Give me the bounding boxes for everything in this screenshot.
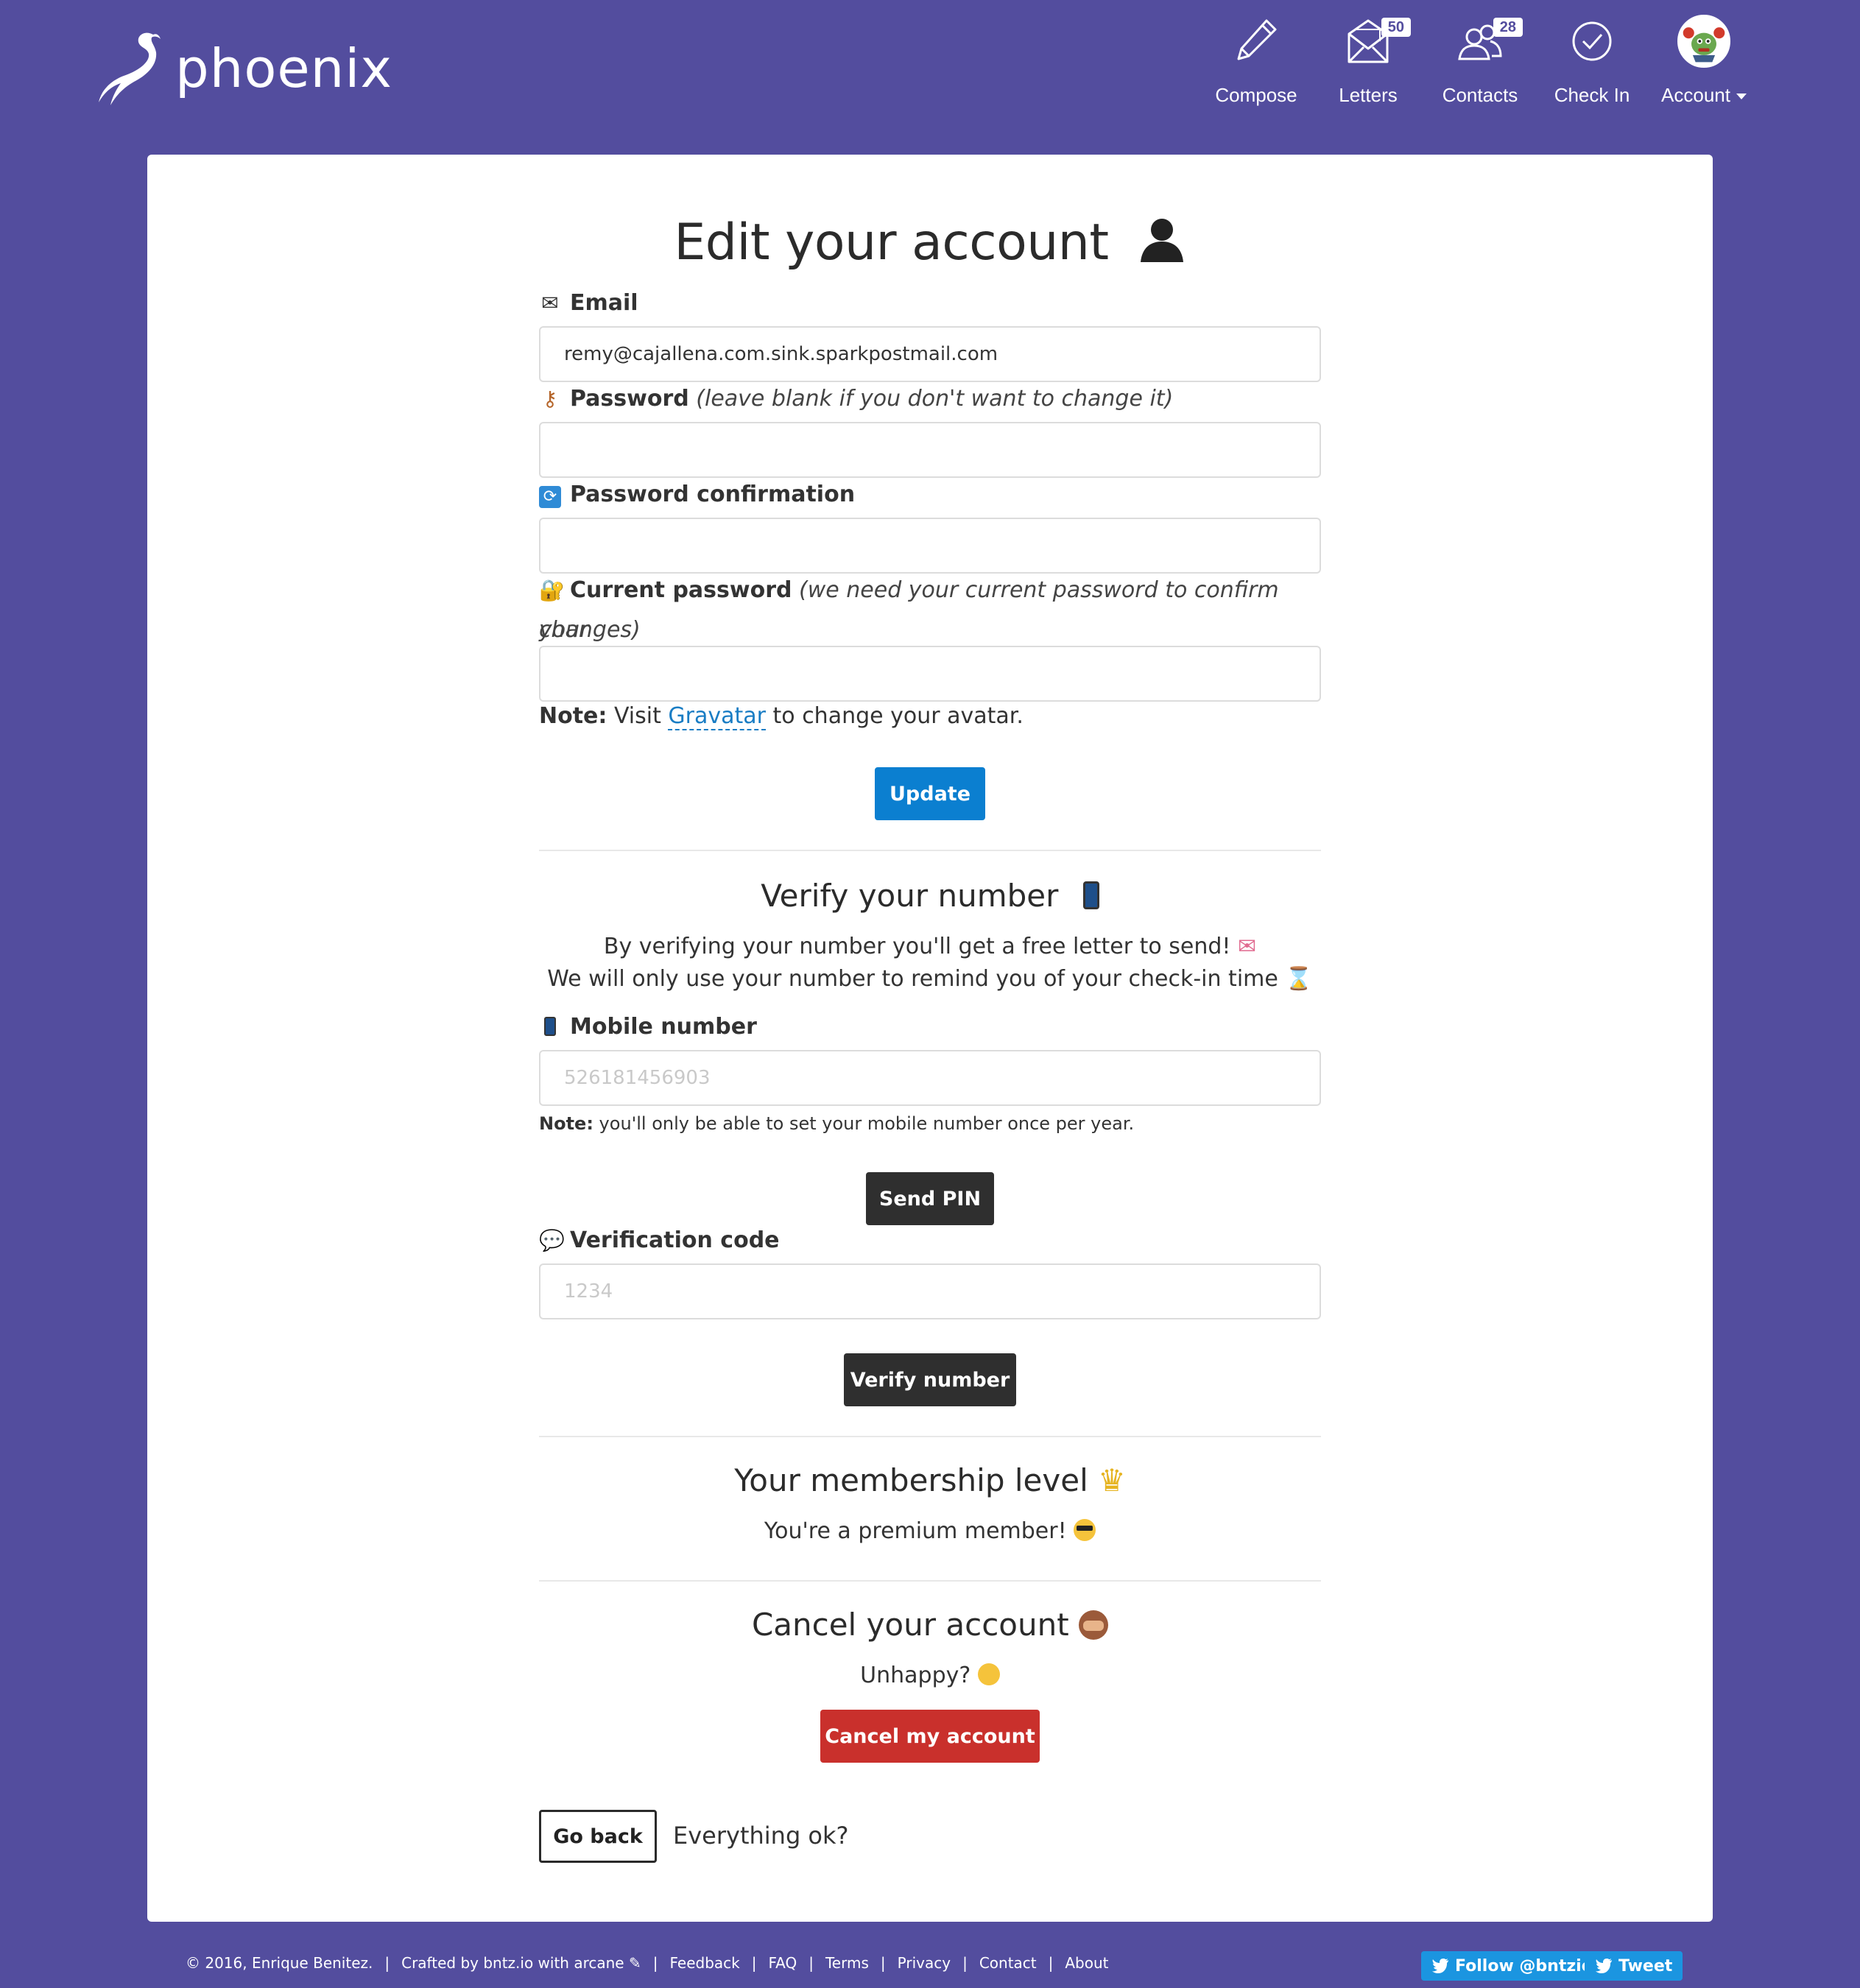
contacts-count-badge: 28 [1493,18,1523,37]
contacts-icon: 28 [1454,15,1523,68]
account-card: Edit your account ✉ Email remy@cajallena.… [147,155,1713,1922]
speech-bubble-icon: 💬 [539,1228,565,1252]
verify-line-1: By verifying your number you'll get a fr… [603,934,1257,959]
footer-link-faq[interactable]: FAQ [768,1954,797,1972]
email-label: ✉ Email [539,283,638,323]
user-avatar [1677,15,1730,68]
verify-number-button[interactable]: Verify number [844,1353,1016,1406]
follow-label: Follow @bntzio [1455,1956,1593,1975]
app-name: phoenix [175,38,392,99]
nav-letters[interactable]: 50 Letters [1312,15,1424,107]
top-navbar: phoenix Compose 50 Letters 28 Contacts C… [0,0,1860,155]
mobile-number-field[interactable]: 526181456903 [539,1050,1321,1106]
password-confirmation-label: ⟳ Password confirmation [539,475,855,515]
caret-down-icon [1736,94,1747,100]
footer-separator: | [384,1954,390,1972]
confused-face-icon [977,1663,1000,1685]
footer-link-contact[interactable]: Contact [979,1954,1037,1972]
footer-link-privacy[interactable]: Privacy [898,1954,951,1972]
current-password-field[interactable] [539,646,1321,702]
divider [539,1580,1321,1582]
love-letter-icon: ✉ [1237,934,1257,959]
footer-separator: | [880,1954,886,1972]
verify-section-title: Verify your number [539,878,1321,914]
cancel-prompt: Unhappy? [539,1663,1321,1688]
see-no-evil-monkey-icon [1079,1610,1109,1640]
envelope-icon: 50 [1342,15,1411,68]
everything-ok-text: Everything ok? [673,1822,849,1850]
nav-compose-label: Compose [1215,84,1297,106]
crown-icon: ♛ [1098,1462,1126,1498]
go-back-button[interactable]: Go back [539,1810,657,1863]
envelope-icon: ✉ [541,291,559,315]
mobile-note: Note: you'll only be able to set your mo… [539,1113,1135,1134]
divider [539,850,1321,851]
footer-separator: | [809,1954,814,1972]
nav-account-label: Account [1661,84,1747,107]
footer-separator: | [1048,1954,1054,1972]
phoenix-bird-icon [99,32,161,105]
crafted-by-text[interactable]: Crafted by bntz.io with arcane ✎ [401,1954,641,1972]
verify-line-2: We will only use your number to remind y… [547,966,1313,992]
footer-link-terms[interactable]: Terms [825,1954,869,1972]
membership-status: You're a premium member! [539,1518,1321,1544]
verification-code-field[interactable]: 1234 [539,1263,1321,1319]
copyright-text: © 2016, Enrique Benitez. [186,1954,373,1972]
mobile-phone-icon [1082,881,1099,909]
footer: © 2016, Enrique Benitez. | Crafted by bn… [186,1954,1109,1972]
hourglass-icon: ⌛ [1285,966,1313,992]
current-password-label: 🔐 Current password (we need your current … [539,571,1321,650]
page-title: Edit your account [539,214,1321,272]
footer-separator: | [652,1954,658,1972]
mobile-phone-icon [539,1007,561,1047]
app-logo[interactable]: phoenix [94,28,392,109]
lock-key-icon: 🔐 [539,578,565,602]
footer-separator: | [962,1954,968,1972]
password-confirmation-field[interactable] [539,518,1321,574]
membership-section-title: Your membership level ♛ [734,1462,1126,1498]
footer-link-feedback[interactable]: Feedback [669,1954,739,1972]
nav-contacts-label: Contacts [1442,84,1518,106]
twitter-bird-icon [1596,1959,1612,1973]
tweet-button[interactable]: Tweet [1585,1951,1683,1981]
twitter-follow-button[interactable]: Follow @bntzio [1421,1951,1603,1981]
avatar-note: Note: Visit Gravatar to change your avat… [539,703,1024,730]
gravatar-link[interactable]: Gravatar [668,703,766,730]
key-icon: ⚷ [542,387,558,411]
nav-letters-label: Letters [1339,84,1398,106]
cancel-section-title: Cancel your account [539,1607,1321,1643]
divider [539,1436,1321,1437]
tweet-label: Tweet [1618,1956,1673,1975]
cancel-account-button[interactable]: Cancel my account [820,1710,1040,1763]
mobile-number-label: Mobile number [539,1007,757,1047]
twitter-bird-icon [1432,1959,1448,1973]
current-password-hint-cont: changes) [539,617,641,643]
repeat-icon: ⟳ [539,486,561,508]
nav-checkin[interactable]: Check In [1536,15,1648,107]
email-field[interactable]: remy@cajallena.com.sink.sparkpostmail.co… [539,326,1321,382]
nav-contacts[interactable]: 28 Contacts [1424,15,1536,107]
main-nav: Compose 50 Letters 28 Contacts Check In [1200,15,1760,107]
wand-icon: ✎ [628,1954,641,1972]
nav-checkin-label: Check In [1554,84,1630,106]
footer-separator: | [751,1954,757,1972]
user-silhouette-icon [1140,219,1183,262]
footer-link-about[interactable]: About [1065,1954,1108,1972]
nav-account[interactable]: Account [1648,15,1760,107]
nav-compose[interactable]: Compose [1200,15,1312,107]
letters-count-badge: 50 [1381,18,1411,37]
check-circle-icon [1565,15,1618,68]
update-button[interactable]: Update [875,767,985,820]
password-field[interactable] [539,422,1321,478]
pencil-icon [1230,15,1283,68]
send-pin-button[interactable]: Send PIN [866,1172,994,1225]
verification-code-label: 💬 Verification code [539,1221,780,1261]
sunglasses-face-icon [1074,1519,1096,1541]
password-label: ⚷ Password (leave blank if you don't want… [539,379,1174,419]
